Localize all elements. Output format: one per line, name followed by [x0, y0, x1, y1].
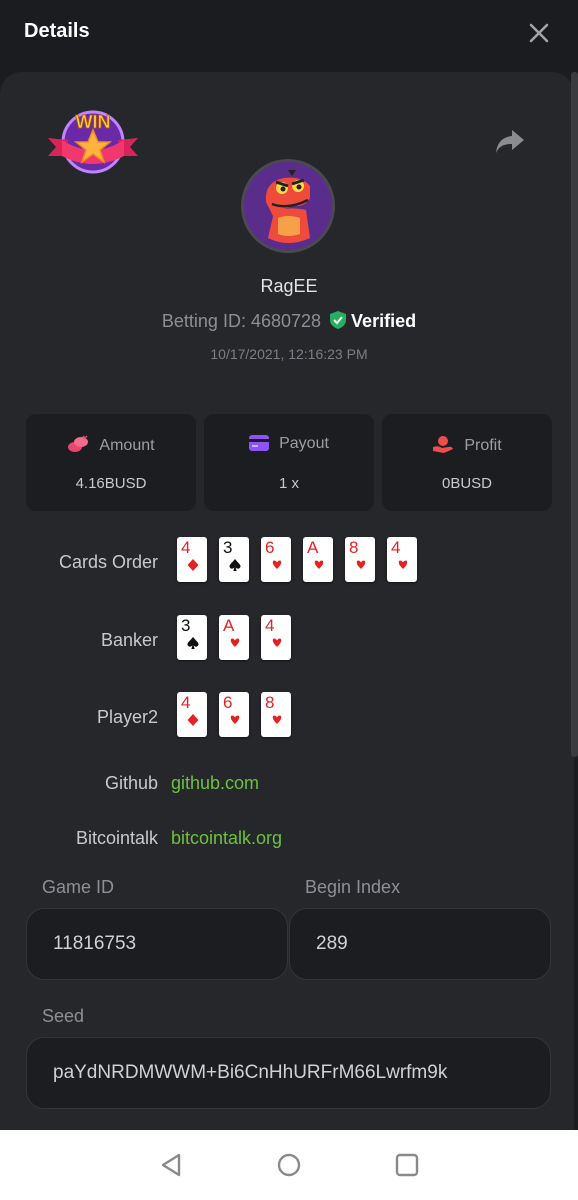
card-rank: 4 — [391, 538, 401, 557]
verified-label: Verified — [351, 311, 417, 331]
player2-label: Player2 — [96, 707, 158, 727]
begin-index-field[interactable]: 289 — [289, 908, 551, 980]
scrollbar[interactable] — [571, 72, 578, 757]
payout-label: Payout — [279, 435, 329, 452]
card-rank: 3 — [223, 538, 233, 557]
svg-text:WIN: WIN — [76, 112, 111, 132]
bitcointalk-link[interactable]: bitcointalk.org — [171, 828, 282, 849]
diamond-suit-icon — [187, 714, 199, 726]
card-rank: 8 — [265, 693, 275, 712]
coins-icon — [68, 435, 89, 452]
seed-field[interactable]: paYdNRDMWWM+Bi6CnHhURFrM66Lwrfm9k — [26, 1037, 551, 1109]
heart-suit-icon — [230, 638, 240, 647]
amount-label: Amount — [99, 437, 155, 454]
card-rank: A — [307, 538, 319, 557]
heart-suit-icon — [272, 638, 282, 647]
hand-coin-icon — [433, 436, 454, 453]
close-icon[interactable] — [524, 18, 554, 48]
playing-card: 8 — [261, 692, 291, 737]
bet-datetime: 10/17/2021, 12:16:23 PM — [210, 346, 368, 362]
betting-id-value: 4680728 — [250, 311, 322, 331]
card-rank: 6 — [223, 693, 233, 712]
avatar — [241, 159, 335, 253]
triangle-back-icon[interactable] — [158, 1152, 184, 1178]
profit-card: Profit 0BUSD — [382, 414, 552, 511]
card-rank: A — [223, 616, 235, 635]
playing-card: 4 — [177, 692, 207, 737]
page-title: Details — [24, 20, 90, 42]
begin-index-label: Begin Index — [305, 877, 401, 897]
shield-check-icon — [330, 311, 347, 329]
seed-label: Seed — [42, 1006, 85, 1026]
heart-suit-icon — [272, 715, 282, 724]
heart-suit-icon — [356, 560, 366, 569]
profit-label: Profit — [464, 437, 502, 454]
circle-home-icon[interactable] — [276, 1152, 302, 1178]
card-rank: 8 — [349, 538, 359, 557]
playing-card: A — [303, 537, 333, 582]
game-id-label: Game ID — [42, 877, 115, 897]
square-recent-icon[interactable] — [394, 1152, 420, 1178]
playing-card: 6 — [261, 537, 291, 582]
github-label: Github — [104, 773, 158, 793]
playing-card: 4 — [177, 537, 207, 582]
payout-card: Payout 1 x — [204, 414, 374, 511]
playing-card: 6 — [219, 692, 249, 737]
spade-suit-icon — [187, 637, 199, 649]
card-rank: 3 — [181, 616, 191, 635]
begin-index-value: 289 — [316, 933, 348, 954]
cards-order-label: Cards Order — [58, 552, 158, 572]
wallet-icon — [249, 435, 270, 451]
game-id-field[interactable]: 11816753 — [26, 908, 288, 980]
card-rank: 4 — [181, 693, 191, 712]
betting-id-label: Betting ID: — [161, 311, 246, 331]
system-nav-bar — [0, 1130, 578, 1200]
betting-id-row: Betting ID: 4680728 Verified — [0, 310, 578, 332]
banker-label: Banker — [100, 630, 158, 650]
playing-card: 4 — [387, 537, 417, 582]
playing-card: 3 — [219, 537, 249, 582]
amount-card: Amount 4.16BUSD — [26, 414, 196, 511]
seed-value: paYdNRDMWWM+Bi6CnHhURFrM66Lwrfm9k — [53, 1062, 448, 1083]
win-badge: WIN — [48, 110, 138, 174]
card-rank: 6 — [265, 538, 275, 557]
playing-card: 8 — [345, 537, 375, 582]
github-link[interactable]: github.com — [171, 773, 259, 794]
playing-card: 3 — [177, 615, 207, 660]
card-rank: 4 — [265, 616, 275, 635]
heart-suit-icon — [314, 560, 324, 569]
heart-suit-icon — [272, 560, 282, 569]
payout-value: 1 x — [278, 475, 299, 492]
heart-suit-icon — [398, 560, 408, 569]
username: RagEE — [260, 276, 318, 296]
playing-card: 4 — [261, 615, 291, 660]
amount-value: 4.16BUSD — [75, 475, 147, 492]
diamond-suit-icon — [187, 559, 199, 571]
card-rank: 4 — [181, 538, 191, 557]
share-icon[interactable] — [494, 126, 526, 156]
header-bar: Details — [0, 0, 578, 70]
spade-suit-icon — [229, 559, 241, 571]
game-id-value: 11816753 — [53, 933, 137, 954]
playing-card: A — [219, 615, 249, 660]
profit-value: 0BUSD — [441, 475, 493, 492]
bitcointalk-label: Bitcointalk — [75, 828, 158, 848]
heart-suit-icon — [230, 715, 240, 724]
